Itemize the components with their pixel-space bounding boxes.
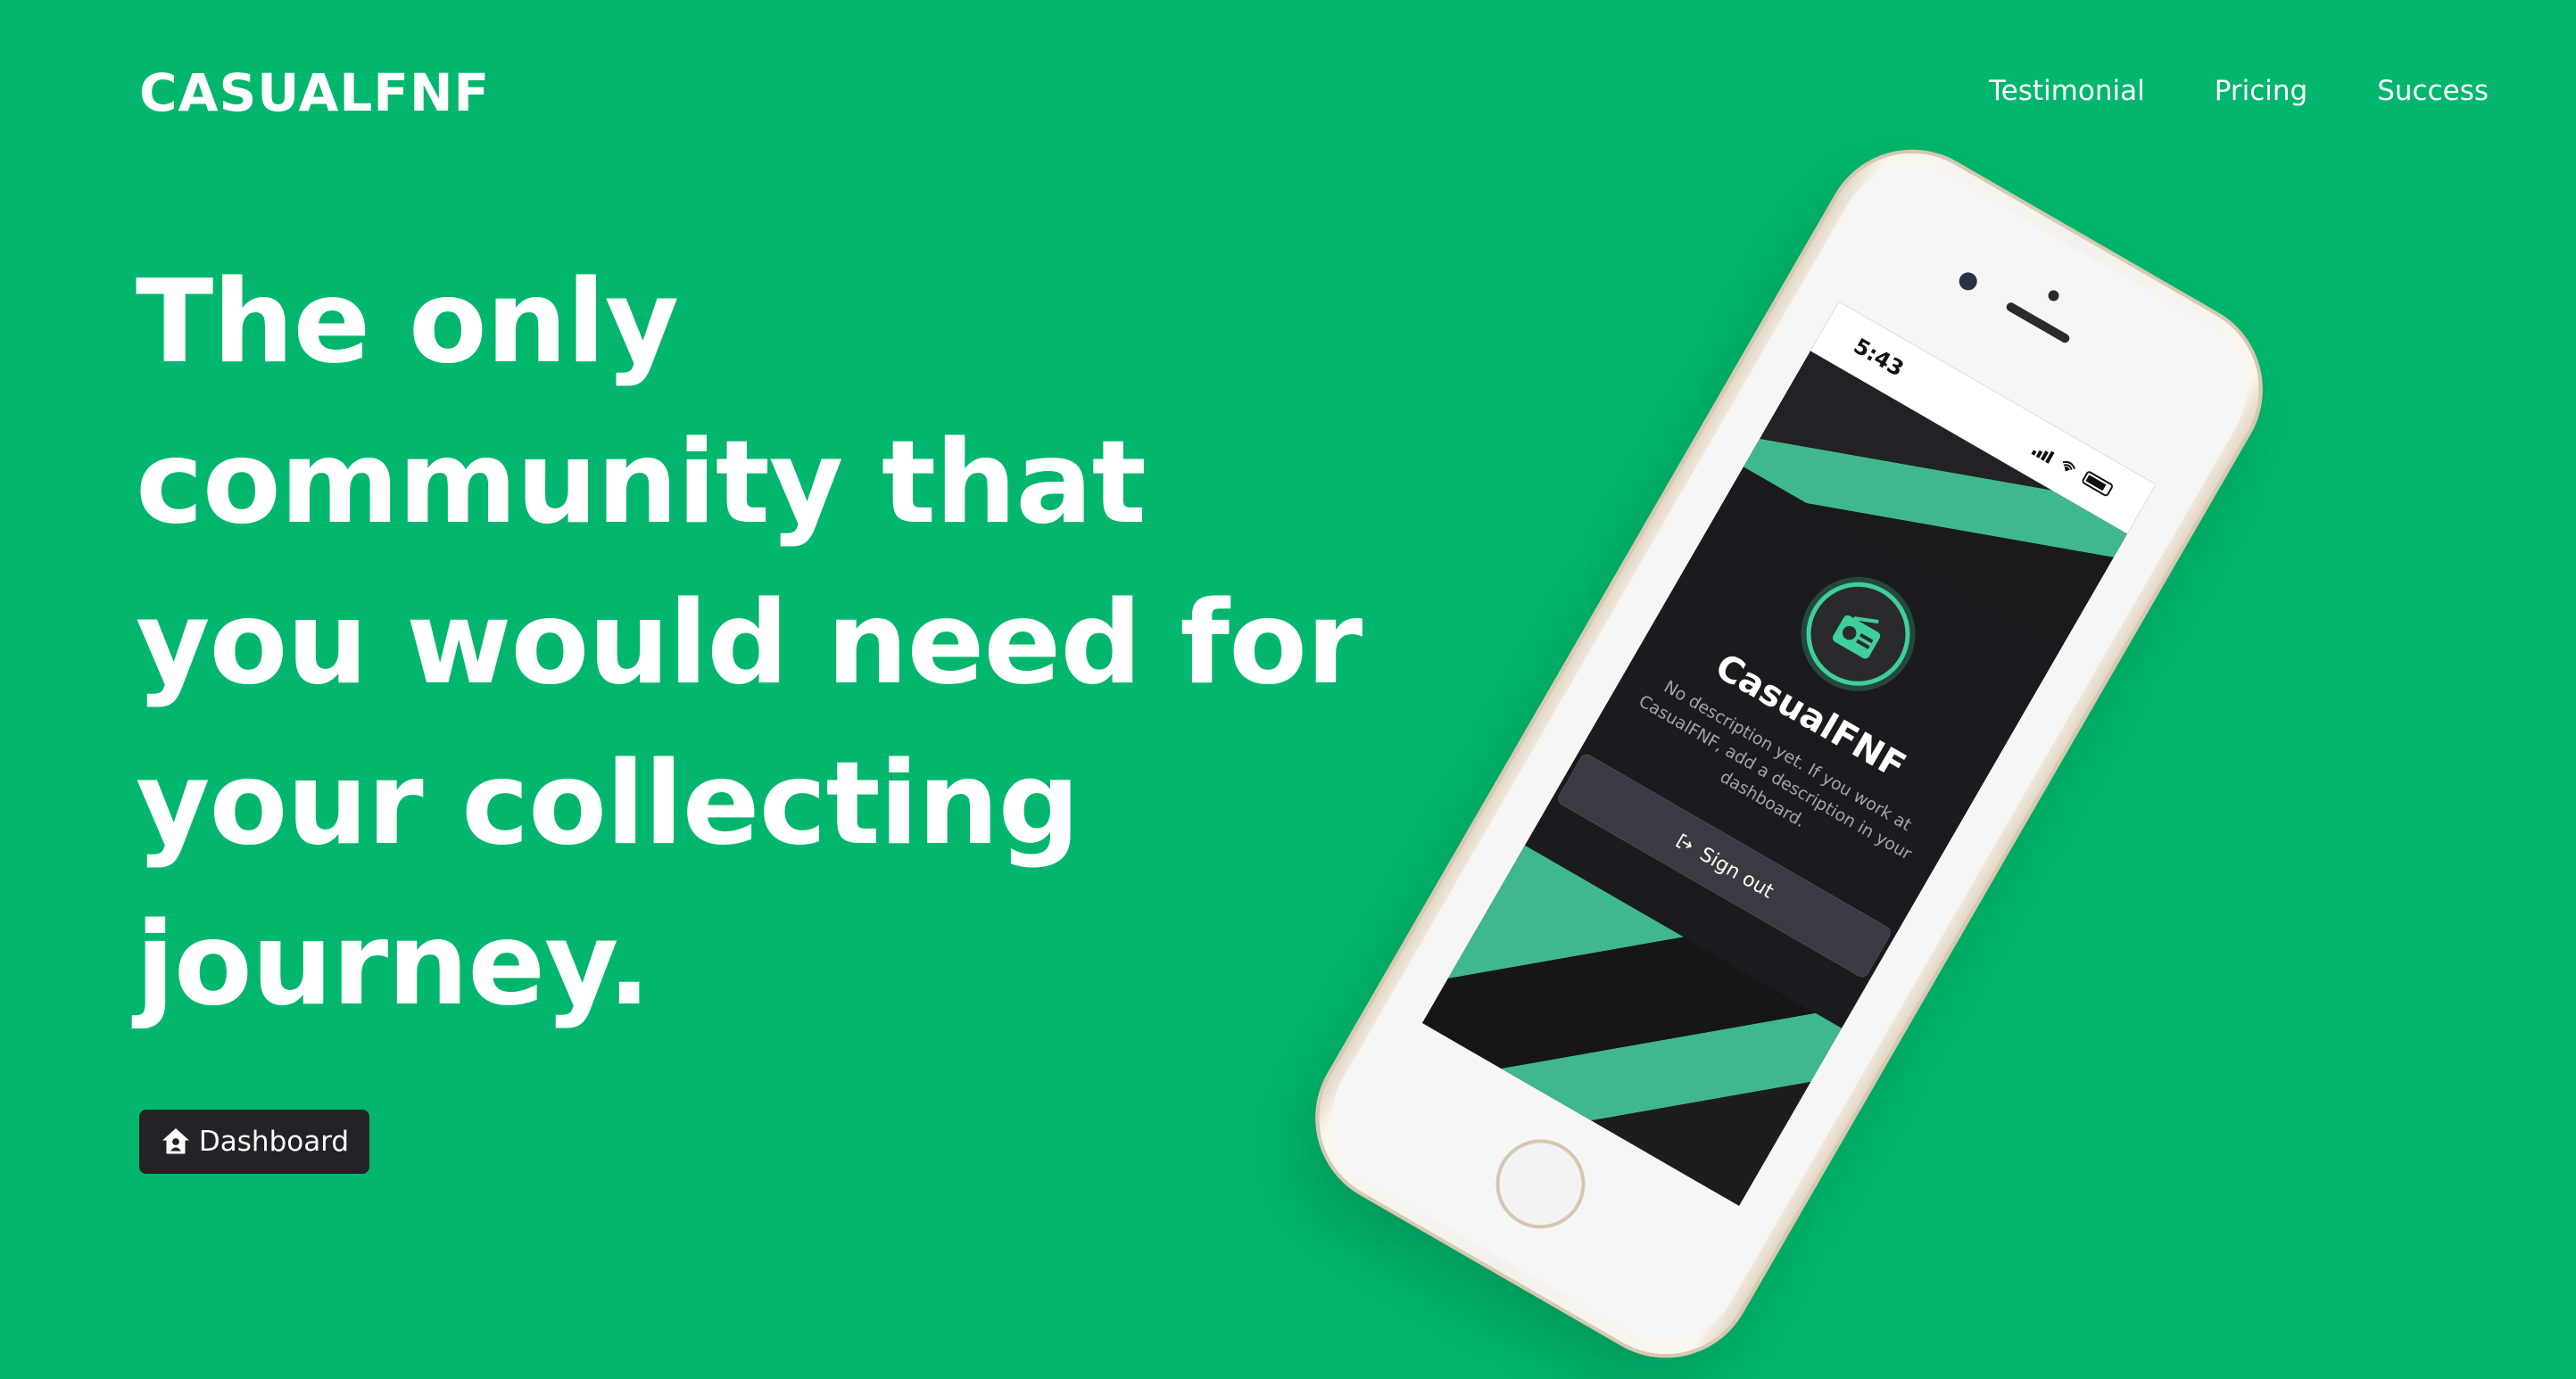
main-nav: Testimonial Pricing Success bbox=[1989, 75, 2489, 107]
front-sensor bbox=[2046, 288, 2061, 303]
hero-line: your collecting bbox=[136, 738, 1080, 871]
front-camera-icon bbox=[1956, 268, 1981, 294]
org-avatar bbox=[1787, 563, 1929, 705]
phone-mockup: 5:43 CasualFNF No description yet. If yo… bbox=[1288, 121, 2290, 1379]
signal-icon bbox=[2031, 442, 2056, 464]
sign-out-label: Sign out bbox=[1695, 842, 1778, 904]
site-header: CASUALFNF Testimonial Pricing Success bbox=[0, 0, 2576, 187]
hero-line: community that bbox=[136, 417, 1147, 549]
nav-link-success[interactable]: Success bbox=[2377, 75, 2489, 107]
radio-icon bbox=[1832, 615, 1881, 659]
brand-logo[interactable]: CASUALFNF bbox=[139, 62, 490, 123]
sign-out-icon bbox=[1676, 833, 1693, 849]
status-time: 5:43 bbox=[1849, 333, 1909, 382]
earpiece-speaker bbox=[2004, 301, 2072, 345]
phone-screen: 5:43 CasualFNF No description yet. If yo… bbox=[1421, 301, 2157, 1206]
dashboard-button[interactable]: Dashboard bbox=[139, 1110, 369, 1174]
hero-line: journey. bbox=[136, 898, 650, 1031]
home-button bbox=[1479, 1123, 1602, 1245]
phone-face: 5:43 CasualFNF No description yet. If yo… bbox=[1305, 138, 2274, 1369]
battery-icon bbox=[2080, 469, 2115, 498]
wifi-icon bbox=[2054, 452, 2082, 481]
house-user-icon bbox=[162, 1128, 189, 1154]
hero-headline: The only community that you would need f… bbox=[136, 243, 1385, 1045]
nav-link-testimonial[interactable]: Testimonial bbox=[1989, 75, 2145, 107]
dashboard-button-label: Dashboard bbox=[198, 1126, 350, 1158]
hero-line: The only bbox=[136, 256, 679, 389]
hero-line: you would need for bbox=[136, 577, 1363, 710]
nav-link-pricing[interactable]: Pricing bbox=[2215, 75, 2308, 107]
